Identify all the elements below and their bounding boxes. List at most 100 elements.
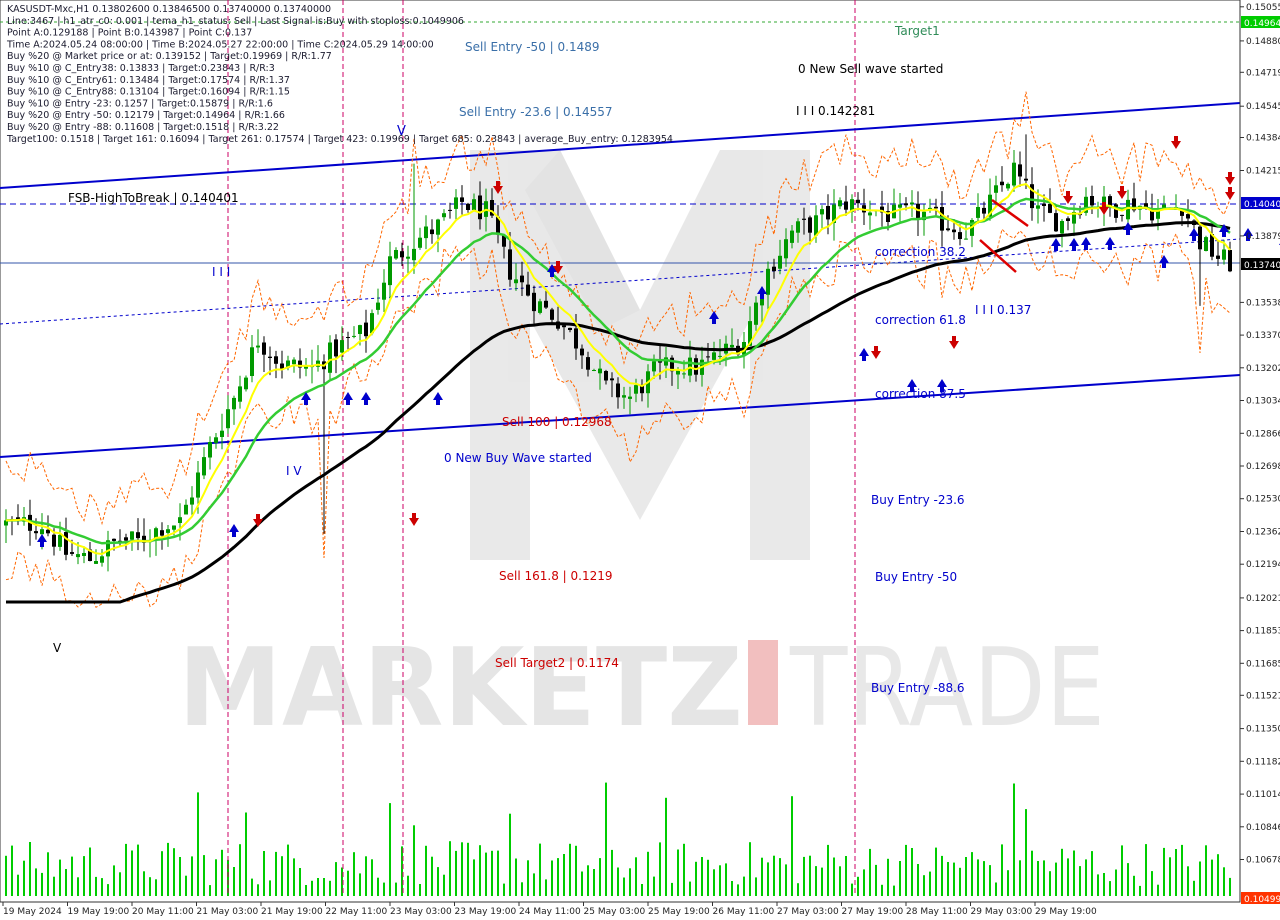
candle-body [898, 204, 902, 208]
volume-bar [551, 860, 553, 896]
volume-bar [257, 884, 259, 896]
volume-bar [311, 880, 313, 896]
candle-body [802, 218, 806, 220]
volume-bar [83, 856, 85, 896]
volume-bar [77, 877, 79, 896]
volume-bar [1001, 844, 1003, 896]
volume-bar [281, 856, 283, 896]
volume-bar [935, 847, 937, 896]
volume-bar [569, 843, 571, 896]
candle-body [964, 238, 968, 240]
info-line: Buy %10 @ C_Entry61: 0.13484 | Target:0.… [7, 75, 290, 86]
volume-bar [599, 858, 601, 896]
volume-bar [713, 869, 715, 896]
volume-bar [1127, 863, 1129, 896]
volume-bar [149, 877, 151, 896]
candle-body [256, 345, 260, 348]
wave-v-label: V [53, 641, 62, 655]
time-tick-label: 26 May 11:00 [713, 907, 775, 917]
candle-body [574, 328, 578, 349]
candle-body [190, 497, 194, 505]
watermark-left: MARKETZ [178, 626, 743, 751]
volume-bar [731, 881, 733, 896]
candle-body [58, 534, 62, 547]
volume-bar [911, 848, 913, 896]
buy-entry-50-label: Buy Entry -50 [875, 570, 957, 584]
volume-bar [329, 880, 331, 896]
volume-bar [161, 851, 163, 896]
volume-bar [1007, 870, 1009, 896]
candle-body [616, 383, 620, 398]
volume-bar [305, 885, 307, 896]
volume-bar [1061, 848, 1063, 896]
volume-bar [407, 875, 409, 896]
volume-bar [521, 882, 523, 896]
volume-bar [101, 878, 103, 896]
volume-bar [1055, 862, 1057, 896]
volume-bar [221, 849, 223, 896]
candle-body [1024, 178, 1028, 181]
volume-bar [71, 856, 73, 896]
candle-body [868, 212, 872, 216]
volume-bar [1181, 844, 1183, 896]
candle-body [916, 203, 920, 220]
volume-bar [365, 856, 367, 896]
volume-bar [119, 872, 121, 896]
candle-body [94, 561, 98, 564]
bottom-price-tag-text: 0.10499 [1244, 895, 1280, 905]
volume-bar [947, 862, 949, 896]
time-tick-label: 27 May 19:00 [842, 907, 904, 917]
price-tick-label: 0.10846 [1246, 823, 1280, 833]
volume-bar [209, 885, 211, 896]
volume-bar [659, 842, 661, 896]
time-tick-label: 25 May 03:00 [584, 907, 646, 917]
volume-bar [287, 844, 289, 896]
volume-bar [239, 844, 241, 896]
volume-bar [515, 858, 517, 896]
time-tick-label: 19 May 19:00 [68, 907, 130, 917]
volume-bar [413, 825, 415, 896]
volume-bar [785, 864, 787, 896]
time-tick-label: 24 May 11:00 [519, 907, 581, 917]
info-line: Buy %10 @ C_Entry38: 0.13833 | Target:0.… [7, 63, 275, 74]
volume-bar [755, 877, 757, 896]
candle-body [124, 537, 128, 541]
volume-bar [395, 882, 397, 896]
volume-bar [383, 882, 385, 896]
candle-body [826, 206, 830, 220]
candle-body [202, 457, 206, 476]
volume-bar [845, 856, 847, 896]
volume-bar [179, 857, 181, 896]
candle-body [328, 342, 332, 373]
time-tick-label: 19 May 2024 [3, 907, 62, 917]
volume-bar [575, 845, 577, 896]
volume-bar [251, 878, 253, 896]
volume-bar [215, 859, 217, 896]
candle-body [412, 248, 416, 261]
target1-label: Target1 [894, 24, 940, 38]
candle-body [580, 348, 584, 356]
price-tick-label: 0.10678 [1246, 856, 1280, 866]
chart-canvas: MARKETZ TRADE KASUSDT-Mxc,H1 0.13802600 … [0, 0, 1280, 917]
wave-top-label: I I I 0.142281 [796, 104, 875, 118]
candle-body [1006, 183, 1010, 189]
volume-bar [113, 865, 115, 896]
sell-entry-23-label: Sell Entry -23.6 | 0.14557 [459, 105, 613, 119]
candle-body [982, 207, 986, 214]
candle-body [46, 529, 50, 534]
time-tick-label: 23 May 19:00 [455, 907, 517, 917]
candle-body [1060, 221, 1064, 234]
candle-body [808, 217, 812, 233]
candle-body [604, 371, 608, 381]
volume-bar [533, 873, 535, 896]
volume-bar [359, 873, 361, 896]
volume-bar [185, 875, 187, 896]
candle-body [706, 356, 710, 358]
candle-body [76, 554, 80, 558]
volume-bar [803, 856, 805, 896]
volume-bar [767, 862, 769, 896]
volume-bar [689, 881, 691, 896]
volume-bar [839, 866, 841, 896]
time-tick-label: 27 May 03:00 [777, 907, 839, 917]
volume-bar [983, 861, 985, 896]
